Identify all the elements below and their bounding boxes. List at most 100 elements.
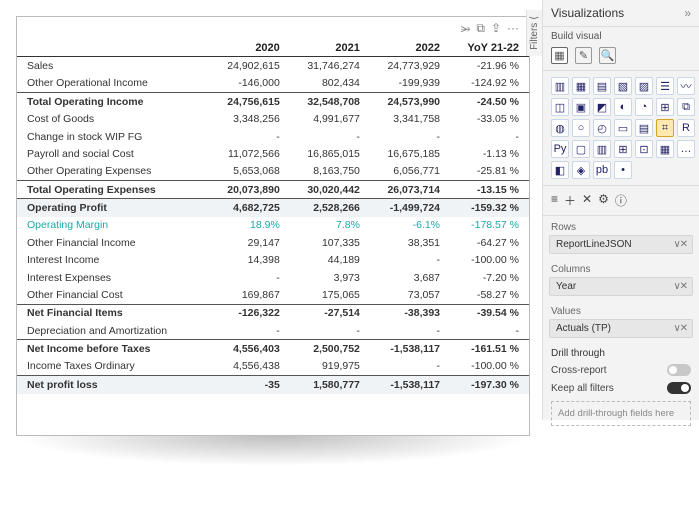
table-row[interactable]: Total Operating Income24,756,61532,548,7… [17,93,529,111]
viz-action-icon[interactable]: ≡ [551,192,558,209]
col-header-2021[interactable]: 2021 [290,39,370,57]
build-tab-visual-icon[interactable]: ▦ [551,47,568,64]
table-row[interactable]: Net Financial Items-126,322-27,514-38,39… [17,304,529,322]
table-row[interactable]: Net Income before Taxes4,556,4032,500,75… [17,340,529,358]
col-header-2020[interactable]: 2020 [210,39,290,57]
viz-action-icon[interactable]: ✕ [582,192,592,209]
filters-pane-collapsed[interactable]: Filters ⟨ [526,10,542,56]
table-row[interactable]: Interest Income14,39844,189--100.00 % [17,252,529,269]
cell-value: 16,865,015 [290,145,370,162]
viz-type-icon[interactable]: ◫ [551,98,569,116]
viz-type-icon[interactable]: ◈ [572,161,590,179]
col-header-label[interactable] [17,39,210,57]
keep-filters-label: Keep all filters [551,383,614,394]
viz-type-icon[interactable]: ▥ [593,140,611,158]
viz-type-icon[interactable]: ⧉ [677,98,695,116]
values-field-well[interactable]: Actuals (TP) ∨ ✕ [549,319,693,338]
table-row[interactable]: Operating Margin18.9%7.8%-6.1%-178.57 % [17,217,529,234]
field-remove-icon[interactable]: ∨ ✕ [674,239,686,250]
field-remove-icon[interactable]: ∨ ✕ [674,323,686,334]
table-row[interactable]: Other Financial Income29,147107,33538,35… [17,234,529,251]
viz-type-icon[interactable]: ⊞ [656,98,674,116]
viz-action-icon[interactable]: ⚙ [598,192,609,209]
columns-section-label: Columns [543,258,699,277]
viz-type-icon[interactable]: ▦ [572,77,590,95]
cell-value: -38,393 [370,304,450,322]
cell-value: 3,341,758 [370,111,450,128]
viz-action-icon[interactable]: ⓘ [615,192,627,209]
cell-value: - [210,128,290,145]
viz-type-icon[interactable]: ▤ [593,77,611,95]
viz-type-icon[interactable]: ☰ [656,77,674,95]
row-label: Interest Income [17,252,210,269]
columns-field-well[interactable]: Year ∨ ✕ [549,277,693,296]
report-table-visual[interactable]: ⭃ ⧉ ⇪ ··· 202020212022YoY 21-22 Sales24,… [16,16,530,436]
viz-type-icon[interactable]: ▢ [572,140,590,158]
drill-through-header: Drill through [543,342,699,361]
table-row[interactable]: Other Financial Cost169,867175,06573,057… [17,286,529,304]
viz-type-icon[interactable]: 〰 [677,77,695,95]
cell-value: - [370,128,450,145]
focus-mode-icon[interactable]: ⧉ [476,21,485,36]
table-row[interactable]: Sales24,902,61531,746,27424,773,929-21.9… [17,57,529,75]
table-row[interactable]: Income Taxes Ordinary4,556,438919,975--1… [17,358,529,376]
keep-filters-toggle[interactable] [667,382,691,394]
cell-value: 8,163,750 [290,163,370,181]
viz-type-icon[interactable]: ⊡ [635,140,653,158]
col-header-2022[interactable]: 2022 [370,39,450,57]
viz-type-icon[interactable]: • [614,161,632,179]
viz-type-icon[interactable]: ⌗ [656,119,674,137]
cell-value: -178.57 % [450,217,529,234]
add-drill-field-dropzone[interactable]: Add drill-through fields here [551,401,691,426]
table-row[interactable]: Payroll and social Cost11,072,56616,865,… [17,145,529,162]
cell-value: 38,351 [370,234,450,251]
viz-type-icon[interactable]: ▣ [572,98,590,116]
table-row[interactable]: Net profit loss-351,580,777-1,538,117-19… [17,376,529,394]
table-row[interactable]: Interest Expenses-3,9733,687-7.20 % [17,269,529,286]
cell-value: -1,538,117 [370,340,450,358]
viz-type-icon[interactable]: ◍ [551,119,569,137]
viz-type-icon[interactable]: ○ [572,119,590,137]
table-row[interactable]: Total Operating Expenses20,073,89030,020… [17,181,529,199]
cell-value: - [290,128,370,145]
filter-icon[interactable]: ⭃ [461,21,471,36]
table-row[interactable]: Other Operational Income-146,000802,434-… [17,75,529,93]
build-tab-analytics-icon[interactable]: 🔍 [599,47,616,64]
viz-type-icon[interactable]: … [677,140,695,158]
more-options-icon[interactable]: ··· [507,21,519,36]
viz-type-icon[interactable]: ▥ [551,77,569,95]
cell-value: 3,973 [290,269,370,286]
viz-type-icon[interactable]: ◴ [593,119,611,137]
cross-report-toggle[interactable] [667,364,691,376]
cell-value: 14,398 [210,252,290,269]
col-header-YoY 21-22[interactable]: YoY 21-22 [450,39,529,57]
viz-type-icon[interactable]: Py [551,140,569,158]
viz-type-icon[interactable]: R [677,119,695,137]
viz-type-icon[interactable]: ▤ [635,119,653,137]
row-label: Operating Profit [17,199,210,217]
table-row[interactable]: Cost of Goods3,348,2564,991,6773,341,758… [17,111,529,128]
table-row[interactable]: Operating Profit4,682,7252,528,266-1,499… [17,199,529,217]
field-remove-icon[interactable]: ∨ ✕ [674,281,686,292]
viz-type-icon[interactable]: ▧ [614,77,632,95]
export-icon[interactable]: ⇪ [491,21,501,36]
build-tab-format-icon[interactable]: ✎ [575,47,592,64]
viz-action-icon[interactable]: ＋ [564,192,576,209]
table-row[interactable]: Change in stock WIP FG---- [17,128,529,145]
cell-value: - [450,322,529,340]
viz-type-icon[interactable]: pb [593,161,611,179]
viz-type-icon[interactable]: ▭ [614,119,632,137]
table-row[interactable]: Depreciation and Amortization---- [17,322,529,340]
viz-type-icon[interactable]: ▨ [635,77,653,95]
viz-type-icon[interactable]: ▦ [656,140,674,158]
viz-type-icon[interactable]: ◩ [593,98,611,116]
table-row[interactable]: Other Operating Expenses5,653,0688,163,7… [17,163,529,181]
viz-type-icon[interactable]: ◧ [551,161,569,179]
collapse-chevron-icon[interactable]: » [684,6,691,20]
viz-type-icon[interactable]: ⊞ [614,140,632,158]
visualization-type-grid: ▥▦▤▧▨☰〰◫▣◩◐◔⊞⧉◍○◴▭▤⌗RPy▢▥⊞⊡▦…◧◈pb• [543,71,699,186]
viz-type-icon[interactable]: ◔ [635,98,653,116]
viz-pane-header[interactable]: Visualizations » [543,0,699,27]
viz-type-icon[interactable]: ◐ [614,98,632,116]
rows-field-well[interactable]: ReportLineJSON ∨ ✕ [549,235,693,254]
